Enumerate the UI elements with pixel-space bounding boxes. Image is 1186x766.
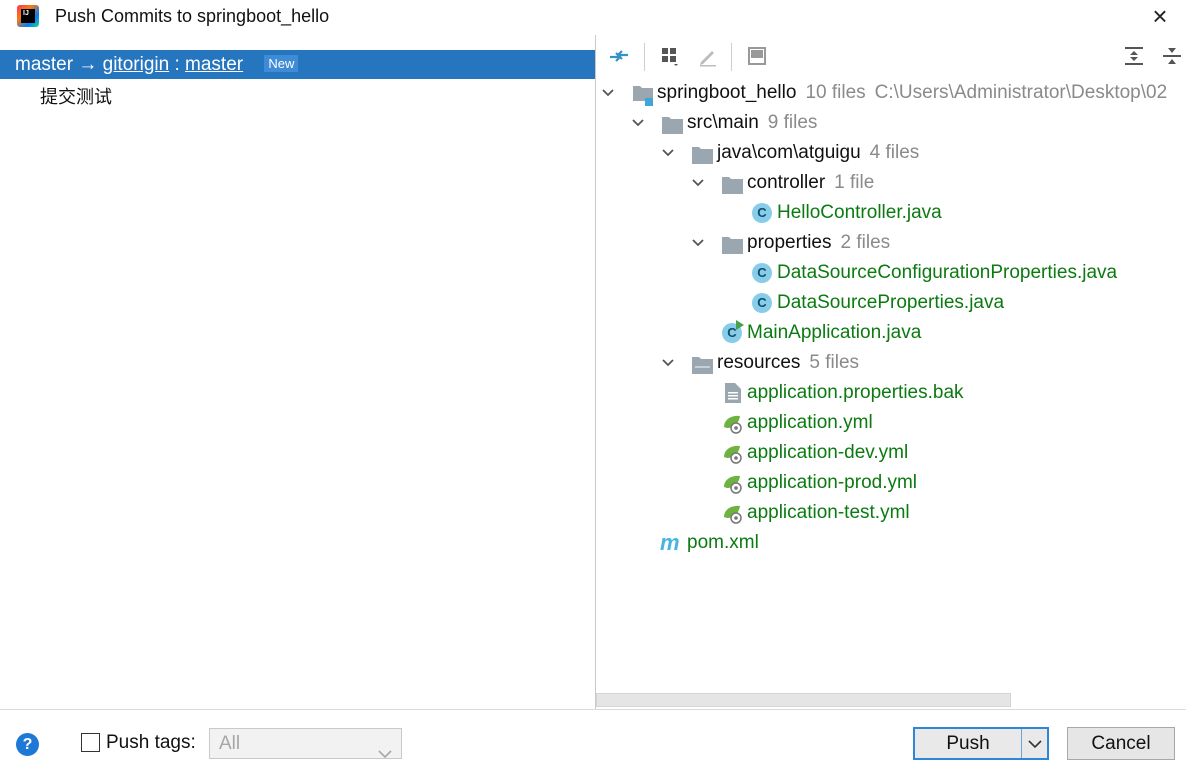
tree-node-java-package[interactable]: java\com\atguigu 4 files: [596, 138, 1186, 168]
group-by-icon[interactable]: [657, 43, 683, 69]
push-tags-select[interactable]: All: [209, 728, 402, 759]
java-class-icon: C: [752, 263, 772, 283]
folder-name: java\com\atguigu: [717, 142, 861, 163]
folder-count: 9 files: [767, 112, 818, 133]
chevron-down-icon: [1027, 739, 1042, 748]
root-name: springboot_hello: [657, 82, 797, 103]
changed-files-tree: springboot_hello 10 files C:\Users\Adminis…: [596, 77, 1186, 692]
chevron-down-icon[interactable]: [661, 146, 675, 160]
file-name: MainApplication.java: [747, 322, 922, 343]
toolbar-separator: [644, 43, 645, 71]
file-name: application-prod.yml: [747, 472, 918, 493]
java-class-icon: C: [752, 293, 772, 313]
tree-file-app-prod-yml[interactable]: application-prod.yml: [596, 468, 1186, 498]
tree-file-app-test-yml[interactable]: application-test.yml: [596, 498, 1186, 528]
tree-file-app-yml[interactable]: application.yml: [596, 408, 1186, 438]
file-name: pom.xml: [687, 532, 759, 553]
root-path: C:\Users\Administrator\Desktop\02: [874, 82, 1168, 103]
chevron-down-icon[interactable]: [601, 86, 615, 100]
folder-name: resources: [717, 352, 801, 373]
toolbar-separator: [731, 43, 732, 71]
java-class-icon: C: [752, 203, 772, 223]
new-branch-badge: New: [264, 55, 299, 72]
file-name: DataSourceProperties.java: [777, 292, 1005, 313]
intellij-app-icon: IJ: [17, 5, 39, 27]
chevron-down-icon[interactable]: [691, 236, 705, 250]
tree-file-ds-properties[interactable]: C DataSourceProperties.java: [596, 288, 1186, 318]
commit-item[interactable]: 提交测试: [40, 83, 112, 109]
push-button[interactable]: Push: [915, 729, 1021, 758]
file-name: application-test.yml: [747, 502, 910, 523]
file-name: application-dev.yml: [747, 442, 909, 463]
tree-node-controller[interactable]: controller 1 file: [596, 168, 1186, 198]
expand-all-icon[interactable]: [1121, 43, 1147, 69]
folder-name: controller: [747, 172, 826, 193]
tree-node-properties[interactable]: properties 2 files: [596, 228, 1186, 258]
remote-separator: :: [174, 54, 180, 75]
push-tags-checkbox[interactable]: [81, 733, 100, 752]
arrow-icon: →: [78, 54, 98, 75]
push-options-dropdown[interactable]: [1022, 729, 1047, 758]
folder-icon: [662, 114, 683, 134]
collapse-all-icon[interactable]: [1159, 43, 1185, 69]
local-branch: master: [15, 54, 74, 75]
tree-node-root[interactable]: springboot_hello 10 files C:\Users\Adminis…: [596, 78, 1186, 108]
root-count: 10 files: [805, 82, 866, 103]
maven-icon: m: [660, 530, 680, 555]
push-split-button[interactable]: Push: [913, 727, 1049, 760]
edit-icon[interactable]: [695, 43, 721, 69]
preview-icon[interactable]: [744, 43, 770, 69]
run-marker-icon: [736, 320, 744, 330]
changes-toolbar: [596, 35, 1186, 77]
tree-file-app-dev-yml[interactable]: application-dev.yml: [596, 438, 1186, 468]
horizontal-scrollbar[interactable]: [596, 693, 1011, 707]
folder-count: 1 file: [834, 172, 875, 193]
chevron-down-icon[interactable]: [691, 176, 705, 190]
tree-file-hello-controller[interactable]: C HelloController.java: [596, 198, 1186, 228]
tree-file-pom[interactable]: m pom.xml: [596, 528, 1186, 558]
folder-name: properties: [747, 232, 832, 253]
file-name: HelloController.java: [777, 202, 942, 223]
tree-file-ds-config-properties[interactable]: C DataSourceConfigurationProperties.java: [596, 258, 1186, 288]
push-tags-label[interactable]: Push tags:: [106, 732, 196, 754]
compare-icon[interactable]: [606, 43, 632, 69]
file-name: application.yml: [747, 412, 873, 433]
footer-separator: [0, 709, 1186, 710]
window-title: Push Commits to springboot_hello: [55, 6, 330, 26]
folder-count: 5 files: [809, 352, 860, 373]
file-name: application.properties.bak: [747, 382, 964, 403]
tags-select-value: All: [219, 733, 241, 754]
tree-node-src-main[interactable]: src\main 9 files: [596, 108, 1186, 138]
remote-name-link[interactable]: gitorigin: [103, 54, 170, 75]
cancel-button[interactable]: Cancel: [1067, 727, 1175, 760]
file-name: DataSourceConfigurationProperties.java: [777, 262, 1118, 283]
folder-name: src\main: [687, 112, 759, 133]
folder-count: 2 files: [840, 232, 891, 253]
folder-icon: [692, 144, 713, 164]
commits-pane: master → gitorigin : master New 提交测试: [0, 35, 595, 709]
close-icon[interactable]: ×: [1146, 3, 1174, 31]
module-icon: [632, 84, 653, 106]
remote-branch-link[interactable]: master: [185, 54, 243, 75]
tree-file-main-application[interactable]: C MainApplication.java: [596, 318, 1186, 348]
folder-icon: [722, 234, 743, 254]
title-bar: IJ Push Commits to springboot_hello ×: [0, 0, 1186, 34]
tree-node-resources[interactable]: resources 5 files: [596, 348, 1186, 378]
folder-icon: [722, 174, 743, 194]
chevron-down-icon: [378, 739, 392, 766]
chevron-down-icon[interactable]: [661, 356, 675, 370]
help-icon[interactable]: ?: [16, 733, 39, 756]
branch-row[interactable]: master → gitorigin : master New: [0, 50, 595, 79]
folder-count: 4 files: [869, 142, 920, 163]
chevron-down-icon[interactable]: [631, 116, 645, 130]
tree-file-app-properties-bak[interactable]: application.properties.bak: [596, 378, 1186, 408]
folder-icon: [692, 354, 713, 374]
